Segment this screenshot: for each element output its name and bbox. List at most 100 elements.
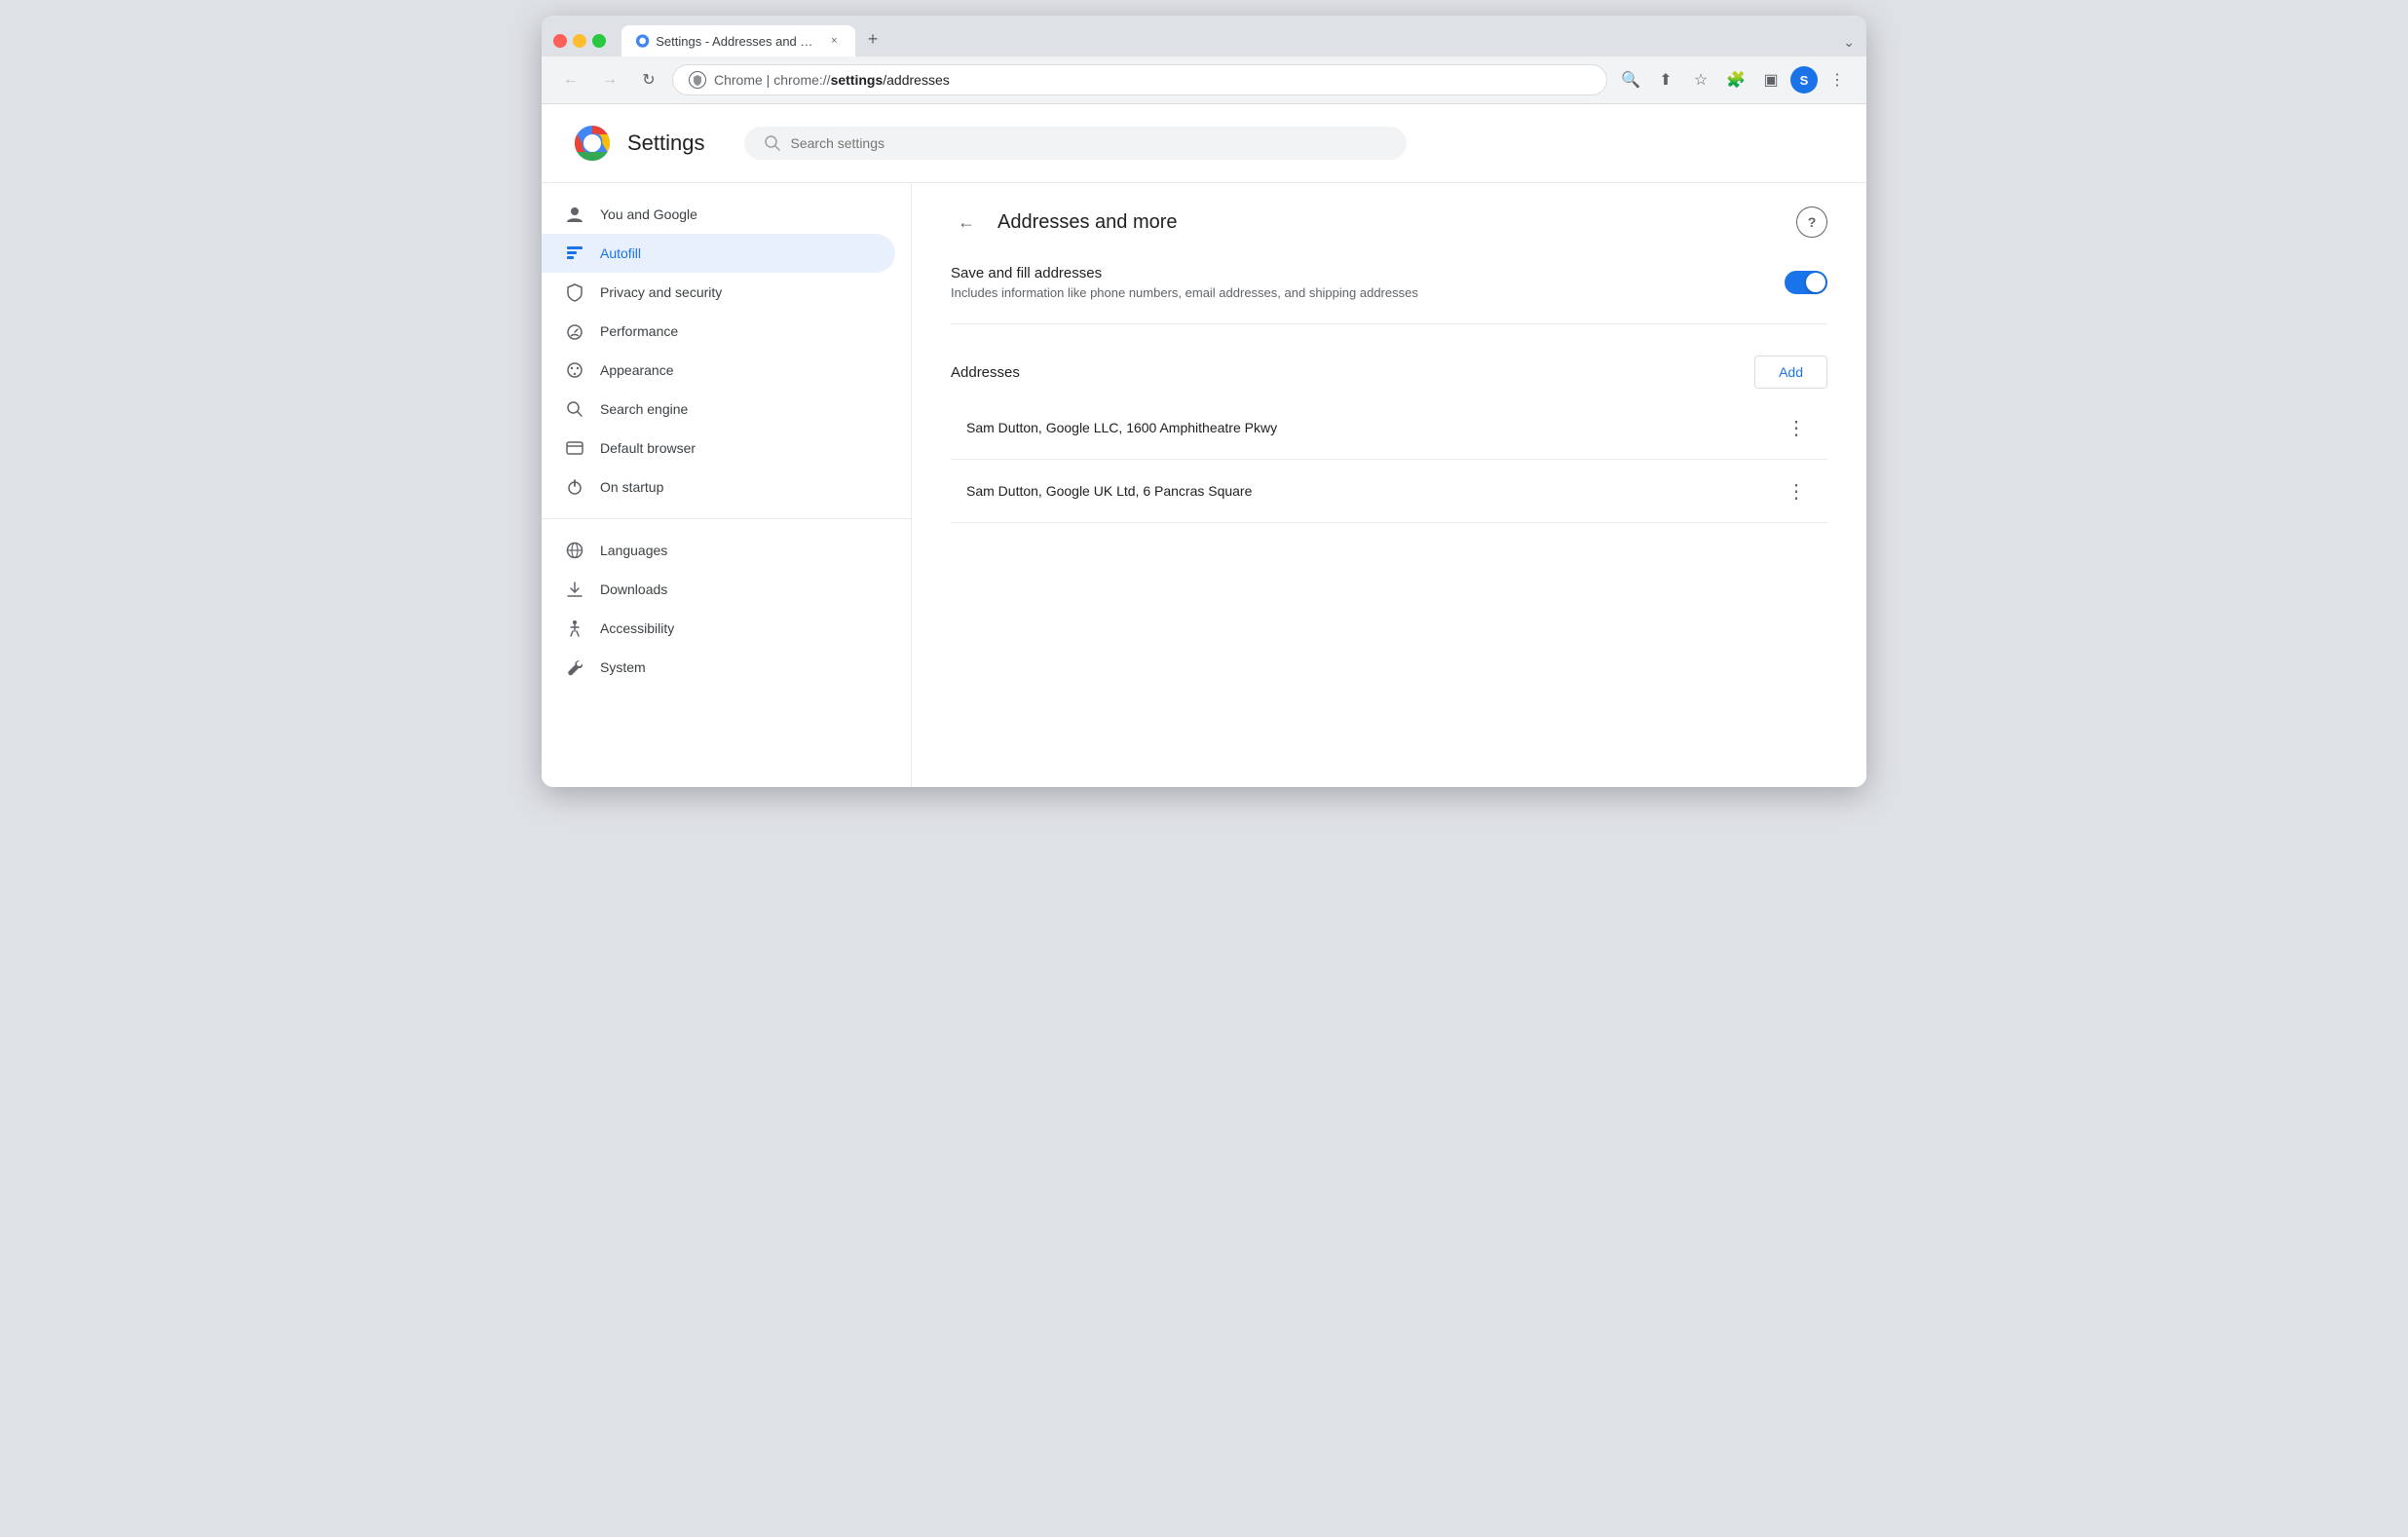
tab-title: Settings - Addresses and more xyxy=(656,34,820,49)
sidebar-label-performance: Performance xyxy=(600,323,678,339)
address-bar[interactable]: Chrome | chrome://settings/addresses xyxy=(672,64,1607,95)
sidebar-item-you-and-google[interactable]: You and Google xyxy=(542,195,895,234)
toolbar-icons: 🔍 ⬆ ☆ 🧩 ▣ S ⋮ xyxy=(1615,64,1853,95)
security-icon xyxy=(689,71,706,89)
chrome-menu-button[interactable]: ⋮ xyxy=(1822,64,1853,95)
addresses-header: Addresses Add xyxy=(951,356,1827,389)
search-nav-icon xyxy=(565,399,584,419)
zoom-search-button[interactable]: 🔍 xyxy=(1615,64,1646,95)
sidebar-item-on-startup[interactable]: On startup xyxy=(542,468,895,506)
address-host: settings xyxy=(831,72,884,88)
sidebar-label-search-engine: Search engine xyxy=(600,401,688,417)
autofill-icon xyxy=(565,244,584,263)
traffic-lights xyxy=(553,34,606,48)
address-bar-text: Chrome | chrome://settings/addresses xyxy=(714,72,950,88)
chrome-logo xyxy=(573,124,612,163)
sidebar-label-accessibility: Accessibility xyxy=(600,620,674,636)
sidebar-toggle-button[interactable]: ▣ xyxy=(1755,64,1787,95)
sidebar-label-languages: Languages xyxy=(600,543,667,558)
globe-icon xyxy=(565,541,584,560)
tab-favicon xyxy=(635,33,650,49)
gauge-icon xyxy=(565,321,584,341)
settings-body: You and Google Autofill Privacy and secu… xyxy=(542,183,1866,787)
sidebar-label-autofill: Autofill xyxy=(600,245,641,261)
sidebar-item-languages[interactable]: Languages xyxy=(542,531,895,570)
address-item-1[interactable]: Sam Dutton, Google LLC, 1600 Amphitheatr… xyxy=(951,396,1827,460)
palette-icon xyxy=(565,360,584,380)
main-content-area: ← Addresses and more ? Save and fill add… xyxy=(912,183,1866,787)
power-icon xyxy=(565,477,584,497)
person-icon xyxy=(565,205,584,224)
refresh-button[interactable]: ↻ xyxy=(633,64,664,95)
share-button[interactable]: ⬆ xyxy=(1650,64,1681,95)
sidebar-label-downloads: Downloads xyxy=(600,581,667,597)
address-menu-button-2[interactable]: ⋮ xyxy=(1781,475,1812,506)
add-address-button[interactable]: Add xyxy=(1754,356,1827,389)
toggle-track xyxy=(1785,271,1827,294)
sidebar-item-system[interactable]: System xyxy=(542,648,895,687)
tab-list-chevron[interactable]: ⌄ xyxy=(1843,34,1855,51)
tabs-row: Settings - Addresses and more × + ⌄ xyxy=(621,25,1855,56)
browser-icon xyxy=(565,438,584,458)
help-button[interactable]: ? xyxy=(1796,206,1827,238)
address-text-1: Sam Dutton, Google LLC, 1600 Amphitheatr… xyxy=(966,420,1277,435)
accessibility-icon xyxy=(565,619,584,638)
wrench-icon xyxy=(565,657,584,677)
settings-page-title: Settings xyxy=(627,131,705,156)
sidebar-label-default-browser: Default browser xyxy=(600,440,696,456)
sidebar-item-search-engine[interactable]: Search engine xyxy=(542,390,895,429)
address-text-2: Sam Dutton, Google UK Ltd, 6 Pancras Squ… xyxy=(966,483,1252,499)
traffic-light-red[interactable] xyxy=(553,34,567,48)
sidebar-item-default-browser[interactable]: Default browser xyxy=(542,429,895,468)
save-fill-addresses-section: Save and fill addresses Includes informa… xyxy=(951,265,1827,324)
search-input[interactable] xyxy=(791,135,1387,151)
page-content: Settings You and Google xyxy=(542,104,1866,787)
active-tab[interactable]: Settings - Addresses and more × xyxy=(621,25,855,56)
address-menu-button-1[interactable]: ⋮ xyxy=(1781,412,1812,443)
new-tab-button[interactable]: + xyxy=(859,25,886,53)
address-list: Sam Dutton, Google LLC, 1600 Amphitheatr… xyxy=(951,396,1827,523)
sidebar-item-privacy-security[interactable]: Privacy and security xyxy=(542,273,895,312)
shield-icon xyxy=(565,282,584,302)
traffic-light-yellow[interactable] xyxy=(573,34,586,48)
traffic-light-green[interactable] xyxy=(592,34,606,48)
tab-close-button[interactable]: × xyxy=(827,33,842,49)
title-bar: Settings - Addresses and more × + ⌄ xyxy=(542,16,1866,56)
sidebar-divider xyxy=(542,518,911,519)
toggle-info: Save and fill addresses Includes informa… xyxy=(951,265,1418,300)
back-nav-button[interactable]: ← xyxy=(555,64,586,95)
sidebar-label-privacy: Privacy and security xyxy=(600,284,722,300)
forward-nav-button[interactable]: → xyxy=(594,64,625,95)
sidebar-item-downloads[interactable]: Downloads xyxy=(542,570,895,609)
content-title: Addresses and more xyxy=(997,211,1178,234)
content-header-left: ← Addresses and more xyxy=(951,206,1178,238)
browser-window: Settings - Addresses and more × + ⌄ ← → … xyxy=(542,16,1866,787)
sidebar-label-you-and-google: You and Google xyxy=(600,206,697,222)
sidebar-item-accessibility[interactable]: Accessibility xyxy=(542,609,895,648)
search-icon xyxy=(764,134,781,152)
toggle-row: Save and fill addresses Includes informa… xyxy=(951,265,1827,300)
download-icon xyxy=(565,580,584,599)
sidebar-label-system: System xyxy=(600,659,646,675)
search-box[interactable] xyxy=(744,127,1407,160)
sidebar-label-appearance: Appearance xyxy=(600,362,674,378)
sidebar-label-on-startup: On startup xyxy=(600,479,663,495)
sidebar-item-autofill[interactable]: Autofill xyxy=(542,234,895,273)
settings-header: Settings xyxy=(542,104,1866,183)
sidebar-item-performance[interactable]: Performance xyxy=(542,312,895,351)
bookmark-button[interactable]: ☆ xyxy=(1685,64,1716,95)
extensions-button[interactable]: 🧩 xyxy=(1720,64,1751,95)
sidebar: You and Google Autofill Privacy and secu… xyxy=(542,183,912,787)
back-button[interactable]: ← xyxy=(951,206,982,238)
profile-avatar[interactable]: S xyxy=(1790,66,1818,94)
save-addresses-toggle[interactable] xyxy=(1785,271,1827,294)
address-path: /addresses xyxy=(883,72,949,88)
toggle-description: Includes information like phone numbers,… xyxy=(951,285,1418,300)
content-header: ← Addresses and more ? xyxy=(951,206,1827,238)
address-item-2[interactable]: Sam Dutton, Google UK Ltd, 6 Pancras Squ… xyxy=(951,460,1827,523)
nav-bar: ← → ↻ Chrome | chrome://settings/address… xyxy=(542,56,1866,104)
addresses-section: Addresses Add Sam Dutton, Google LLC, 16… xyxy=(951,356,1827,523)
sidebar-item-appearance[interactable]: Appearance xyxy=(542,351,895,390)
address-scheme: Chrome | chrome:// xyxy=(714,72,831,88)
addresses-label: Addresses xyxy=(951,364,1020,381)
